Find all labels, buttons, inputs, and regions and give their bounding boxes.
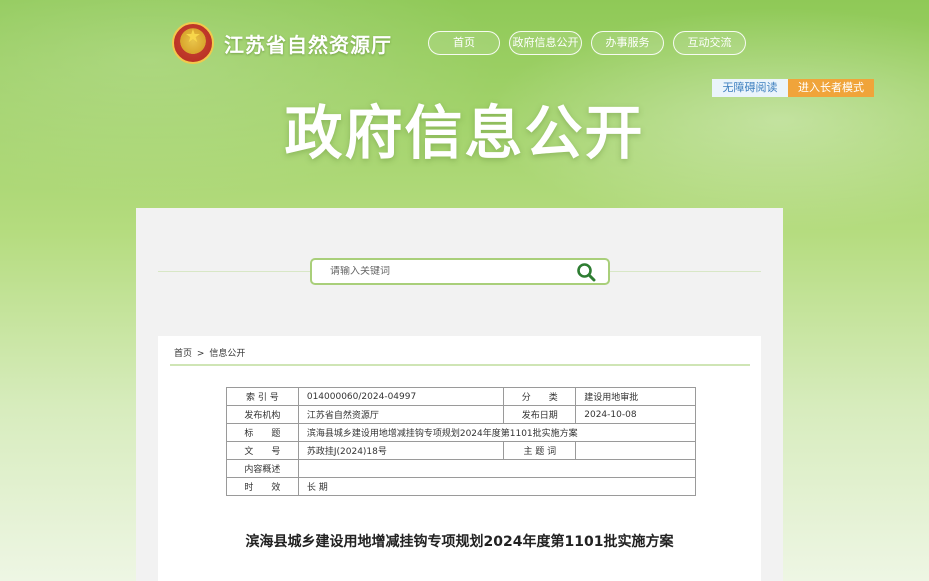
index-label: 索 引 号 (226, 387, 299, 406)
search-icon[interactable] (576, 262, 596, 282)
validity-value: 长 期 (297, 477, 697, 496)
nav-item-gov-info[interactable]: 政府信息公开 (509, 31, 582, 55)
title-value: 滨海县城乡建设用地增减挂钩专项规划2024年度第1101批实施方案 (297, 423, 697, 442)
search-bar (310, 258, 610, 285)
date-label: 发布日期 (503, 405, 577, 424)
category-value: 建设用地审批 (575, 387, 696, 406)
publisher-value: 江苏省自然资源厅 (297, 405, 505, 424)
table-row: 内容概述 (226, 459, 697, 478)
document-title: 滨海县城乡建设用地增减挂钩专项规划2024年度第1101批实施方案 (245, 534, 674, 550)
content-area: 首页 > 信息公开 索 引 号 014000060/2024-04997 分 类… (158, 336, 761, 581)
summary-value (297, 459, 697, 478)
national-emblem-icon (172, 22, 214, 64)
main-nav: 首页 政府信息公开 办事服务 互动交流 (428, 31, 746, 55)
site-logo[interactable]: 江苏省自然资源厅 (172, 22, 392, 64)
publisher-label: 发布机构 (226, 405, 299, 424)
doc-no-label: 文 号 (226, 441, 299, 460)
doc-no-value: 苏政挂J(2024)18号 (297, 441, 505, 460)
metadata-table: 索 引 号 014000060/2024-04997 分 类 建设用地审批 发布… (226, 387, 697, 496)
breadcrumb-divider (170, 364, 750, 366)
breadcrumb-current[interactable]: 信息公开 (209, 349, 245, 359)
date-value: 2024-10-08 (575, 405, 696, 424)
breadcrumb-home[interactable]: 首页 (174, 349, 192, 359)
site-title: 江苏省自然资源厅 (224, 32, 392, 57)
search-input[interactable] (330, 266, 550, 277)
page-title: 政府信息公开 (284, 99, 645, 167)
nav-item-interaction[interactable]: 互动交流 (673, 31, 746, 55)
summary-label: 内容概述 (226, 459, 299, 478)
table-row: 发布机构 江苏省自然资源厅 发布日期 2024-10-08 (226, 405, 696, 424)
index-value: 014000060/2024-04997 (297, 387, 505, 406)
breadcrumb: 首页 > 信息公开 (174, 346, 247, 359)
breadcrumb-separator: > (196, 349, 205, 359)
subject-label: 主 题 词 (503, 441, 577, 460)
table-row: 标 题 滨海县城乡建设用地增减挂钩专项规划2024年度第1101批实施方案 (226, 423, 697, 442)
table-row: 时 效 长 期 (226, 477, 697, 496)
table-row: 文 号 苏政挂J(2024)18号 主 题 词 (226, 441, 696, 460)
nav-item-home[interactable]: 首页 (428, 31, 500, 55)
category-label: 分 类 (503, 387, 577, 406)
main-panel: 首页 > 信息公开 索 引 号 014000060/2024-04997 分 类… (136, 208, 783, 581)
title-label: 标 题 (226, 423, 299, 442)
subject-value (575, 441, 696, 460)
table-row: 索 引 号 014000060/2024-04997 分 类 建设用地审批 (226, 387, 696, 406)
validity-label: 时 效 (226, 477, 299, 496)
nav-item-services[interactable]: 办事服务 (591, 31, 664, 55)
